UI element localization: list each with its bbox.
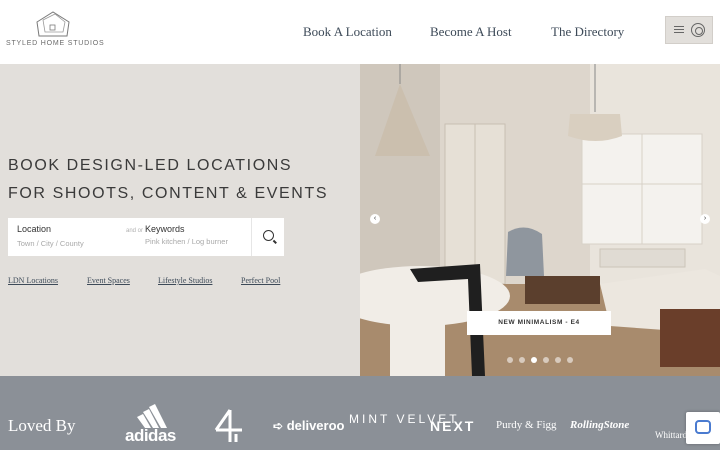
keywords-label: Keywords [145, 224, 185, 234]
chat-icon [695, 420, 711, 434]
channel4-logo [214, 408, 244, 449]
and-or-label: and or [126, 228, 144, 234]
whittard-logo: Whittard [655, 430, 687, 440]
chat-widget-button[interactable] [686, 412, 720, 444]
mint-velvet-logo: MINT VELVET [349, 412, 460, 426]
channel4-icon [214, 409, 242, 442]
keywords-input[interactable]: Pink kitchen / Log burner [145, 237, 228, 246]
hamburger-icon[interactable] [674, 26, 684, 34]
link-ldn-locations[interactable]: LDN Locations [8, 276, 58, 285]
slide-dot-active[interactable] [531, 357, 537, 363]
search-icon [263, 230, 274, 241]
nav-book-location[interactable]: Book A Location [303, 24, 392, 40]
purdy-figg-logo: Purdy & Figg [496, 419, 557, 431]
nav-become-host[interactable]: Become A Host [430, 24, 512, 40]
prev-slide-button[interactable]: ‹ [370, 214, 380, 224]
slide-caption[interactable]: NEW MINIMALISM - E4 [467, 311, 611, 335]
hero-title-line1: BOOK DESIGN-LED LOCATIONS [8, 157, 293, 174]
slide-dot[interactable] [519, 357, 525, 363]
slide-dot[interactable] [567, 357, 573, 363]
house-logo-icon [36, 11, 70, 37]
search-bar: Location Town / City / County and or Key… [8, 218, 284, 256]
logo-text: STYLED HOME STUDIOS [6, 40, 105, 47]
loved-by-heading: Loved By [8, 416, 76, 435]
brands-band: Loved By adidas ➪ deliveroo MINT VELVET … [0, 376, 720, 450]
link-lifestyle-studios[interactable]: Lifestyle Studios [158, 276, 212, 285]
link-event-spaces[interactable]: Event Spaces [87, 276, 130, 285]
hero-title-line2: FOR SHOOTS, CONTENT & EVENTS [8, 185, 329, 202]
slide-dot[interactable] [507, 357, 513, 363]
slide-dot[interactable] [543, 357, 549, 363]
search-button[interactable] [251, 218, 284, 256]
adidas-logo: adidas [125, 404, 185, 446]
location-input[interactable]: Town / City / County [17, 239, 84, 248]
deliveroo-logo: ➪ deliveroo [273, 418, 345, 433]
slide-dot[interactable] [555, 357, 561, 363]
location-label: Location [17, 224, 52, 234]
hero-slideshow[interactable]: ‹ › NEW MINIMALISM - E4 [360, 64, 720, 376]
site-header: STYLED HOME STUDIOS Book A Location Beco… [0, 0, 720, 64]
rolling-stone-logo: RollingStone [570, 419, 630, 431]
nav-directory[interactable]: The Directory [551, 24, 624, 40]
account-icon[interactable] [691, 23, 705, 37]
next-logo: NEXT [430, 418, 476, 434]
logo[interactable]: STYLED HOME STUDIOS [6, 10, 104, 52]
next-slide-button[interactable]: › [700, 214, 710, 224]
hero-panel: BOOK DESIGN-LED LOCATIONS FOR SHOOTS, CO… [0, 64, 360, 376]
menu-account-toggle[interactable] [665, 16, 713, 44]
link-perfect-pool[interactable]: Perfect Pool [241, 276, 280, 285]
